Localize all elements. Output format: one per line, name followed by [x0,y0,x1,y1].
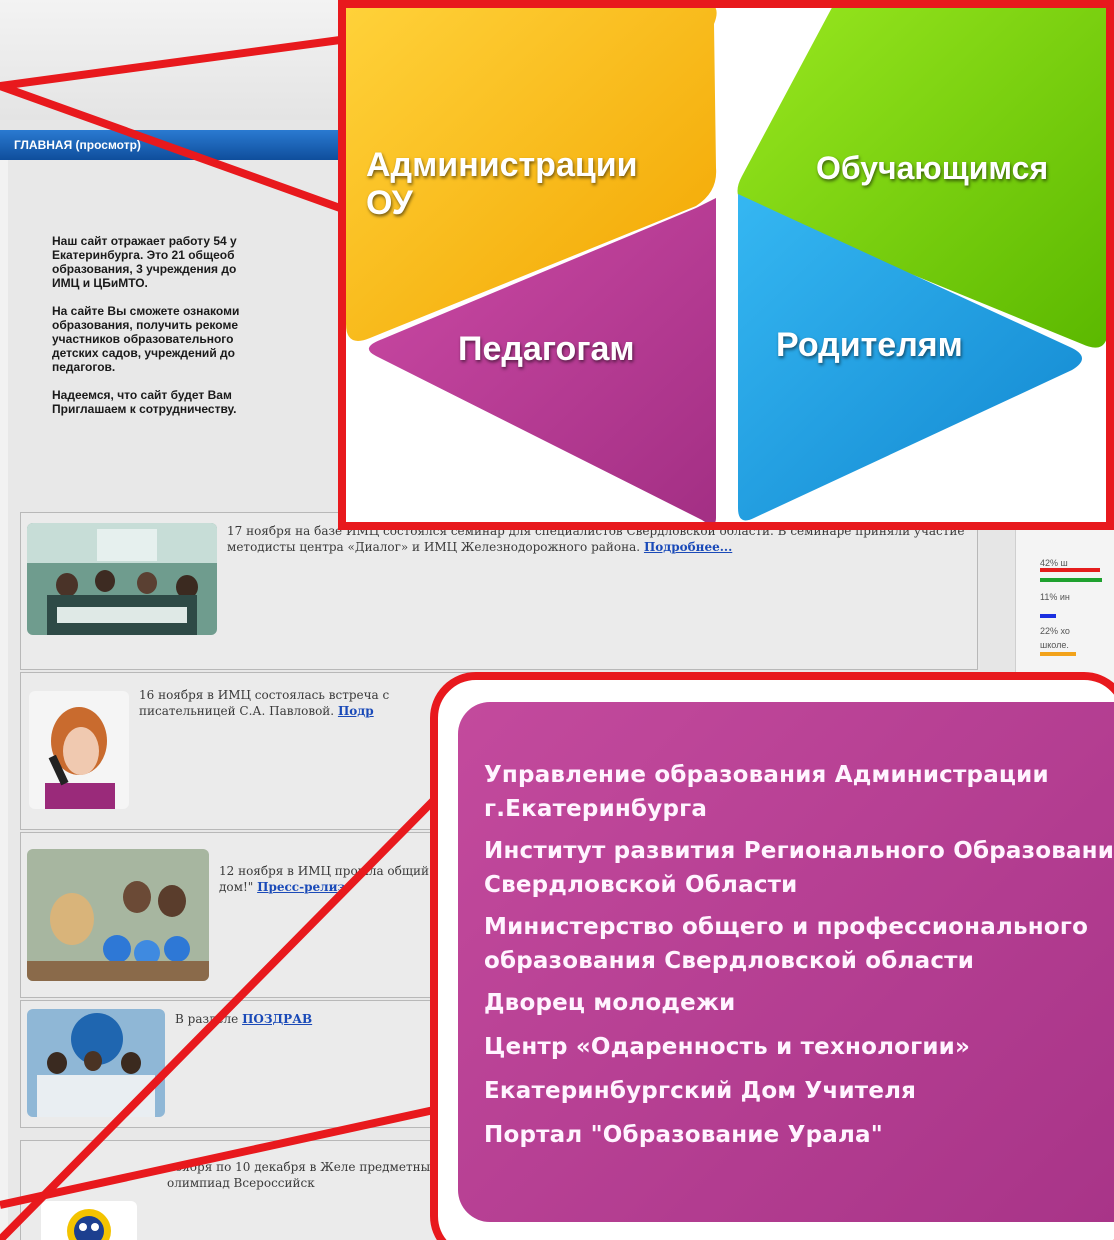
poll-label: 22% хо [1040,626,1070,636]
intro-line: образования, 3 учреждения до [52,262,237,276]
diamond-menu [346,8,1106,522]
news-photo-children[interactable] [27,1009,165,1117]
link-ministry[interactable]: Министерство общего и профессионального [484,912,1088,942]
link-youth-palace[interactable]: Дворец молодежи [484,988,735,1018]
news-more-link[interactable]: Пресс-релиз [257,880,345,894]
poll-bar [1040,614,1056,618]
news-text: 16 ноября в ИМЦ состоялась встреча с пис… [139,688,390,718]
intro-line: участников образовательного [52,332,234,346]
news-more-link[interactable]: Подробнее... [644,540,732,554]
link-giftedness-center[interactable]: Центр «Одаренность и технологии» [484,1032,970,1062]
site-header-bar[interactable]: ГЛАВНАЯ (просмотр) [0,130,380,160]
news-photo-balloons[interactable] [27,849,209,981]
link-irro-line2[interactable]: Свердловской Области [484,870,798,900]
poll-bar [1040,568,1100,572]
intro-line: Надеемся, что сайт будет Вам [52,388,232,402]
menu-label-parents: Родителям [776,326,963,364]
menu-callout: Администрации ОУ Обучающимся Педагогам Р… [338,0,1114,530]
link-uo-ekb[interactable]: Управление образования Администрации [484,760,1049,790]
news-more-link[interactable]: Подр [338,704,374,718]
intro-line: детских садов, учреждений до [52,346,235,360]
links-panel: Управление образования Администрации г.Е… [458,702,1114,1222]
poll-bar [1040,652,1076,656]
menu-label-teachers: Педагогам [458,330,635,368]
news-photo-writer[interactable] [29,691,129,809]
menu-label-students: Обучающимся [816,150,1049,186]
poll-label: школе. [1040,640,1069,650]
intro-gap [52,290,352,304]
intro-line: ИМЦ и ЦБиМТО. [52,276,148,290]
intro-line: Екатеринбурга. Это 21 общеоб [52,248,235,262]
link-teacher-house[interactable]: Екатеринбургский Дом Учителя [484,1076,916,1106]
news-item: 17 ноября на базе ИМЦ состоялся семинар … [20,512,978,670]
news-photo-meeting[interactable] [27,523,217,635]
poll-label: 42% ш [1040,558,1068,568]
link-irro[interactable]: Институт развития Регионального Образова… [484,836,1114,866]
intro-gap [52,374,352,388]
poll-label: 11% ин [1040,592,1070,602]
link-uo-ekb-line2[interactable]: г.Екатеринбурга [484,794,707,824]
intro-line: Наш сайт отражает работу 54 у [52,234,237,248]
news-text: 12 ноября в ИМЦ прошла общий дом!" Пресс… [219,864,430,894]
link-ministry-line2[interactable]: образования Свердловской области [484,946,974,976]
news-photo-olympiad-logo[interactable] [41,1201,137,1240]
site-header-title: ГЛАВНАЯ (просмотр) [14,138,141,152]
intro-line: педагогов. [52,360,116,374]
news-more-link[interactable]: ПОЗДРАВ [242,1012,312,1026]
intro-line: образования, получить рекоме [52,318,238,332]
link-education-portal[interactable]: Портал "Образование Урала" [484,1120,883,1150]
poll-bar [1040,578,1102,582]
site-intro: Наш сайт отражает работу 54 у Екатеринбу… [52,234,352,416]
menu-label-administration: Администрации ОУ [366,146,638,222]
intro-line: Приглашаем к сотрудничеству. [52,402,237,416]
news-text: В разделе ПОЗДРАВ [175,1012,313,1026]
intro-line: На сайте Вы сможете ознакоми [52,304,240,318]
news-text: ноября по 10 декабря в Желе предметных о… [167,1160,437,1190]
